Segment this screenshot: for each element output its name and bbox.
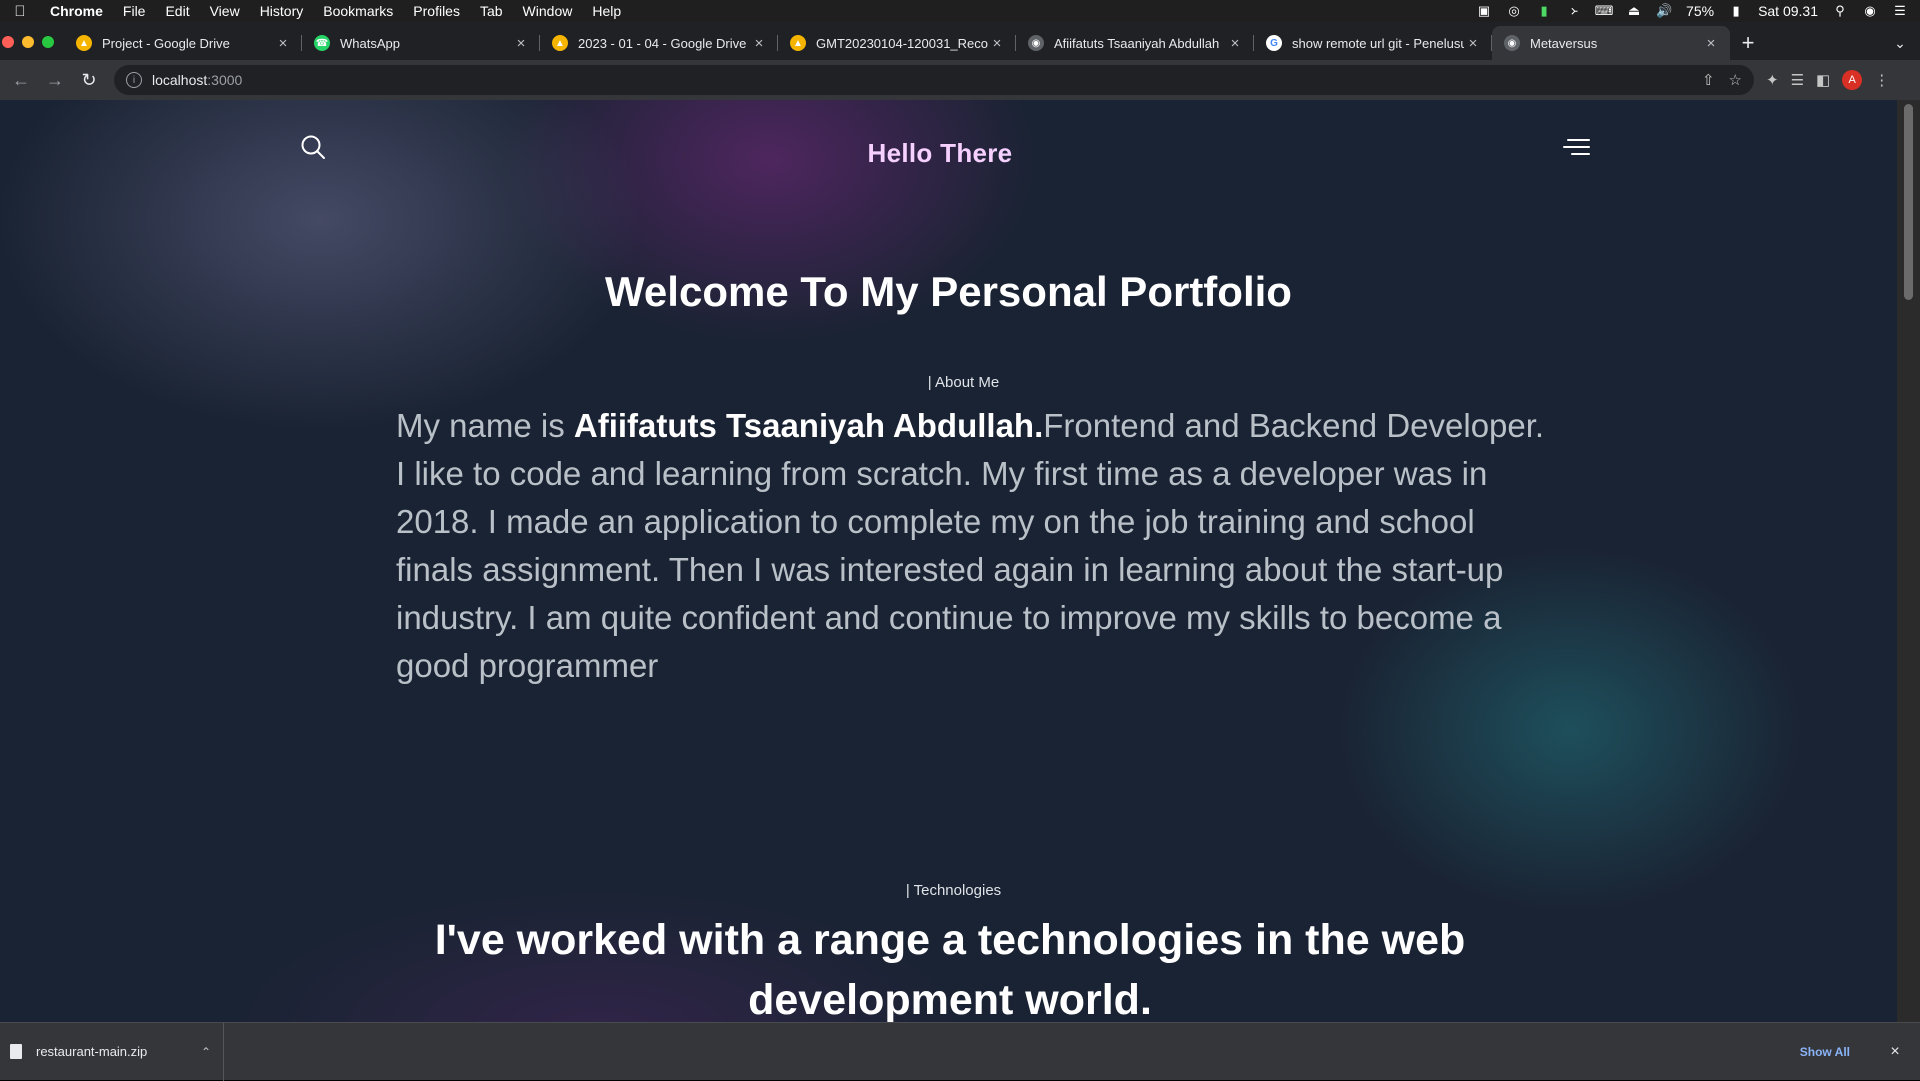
close-tab-icon[interactable]: ×	[1226, 35, 1244, 52]
forward-button[interactable]: →	[38, 65, 72, 95]
tab-strip: ▲ Project - Google Drive × ☎ WhatsApp × …	[0, 22, 1920, 60]
close-tab-icon[interactable]: ×	[1464, 35, 1482, 52]
menu-edit[interactable]: Edit	[165, 3, 189, 19]
siri-icon[interactable]: ◉	[1862, 3, 1878, 18]
menu-tab[interactable]: Tab	[480, 3, 503, 19]
reload-button[interactable]: ↻	[72, 65, 106, 95]
spotlight-search-icon[interactable]: ⚲	[1832, 3, 1848, 18]
tab-title: GMT20230104-120031_Recor...	[816, 35, 988, 51]
technologies-section-label: | Technologies	[905, 882, 1002, 899]
menu-file[interactable]: File	[123, 3, 146, 19]
zoom-window-button[interactable]	[42, 36, 54, 48]
bookmark-star-icon[interactable]: ☆	[1729, 71, 1742, 89]
menu-bookmarks[interactable]: Bookmarks	[323, 3, 393, 19]
keyboard-icon[interactable]: ⌨	[1595, 3, 1614, 18]
share-icon[interactable]: ⇧	[1702, 71, 1715, 89]
show-all-downloads-link[interactable]: Show All	[1800, 1045, 1850, 1059]
back-button[interactable]: ←	[4, 65, 38, 95]
extensions-puzzle-icon[interactable]: ✦	[1766, 71, 1779, 89]
browser-toolbar: ← → ↻ i localhost :3000 ⇧ ☆ ✦ ☰ ◧ A ⋮	[0, 60, 1920, 100]
file-icon	[10, 1044, 22, 1059]
tab-metaversus[interactable]: ◉ Metaversus ×	[1492, 26, 1730, 60]
reading-list-icon[interactable]: ☰	[1791, 71, 1804, 89]
url-host: localhost	[152, 72, 208, 88]
battery-percent: 75%	[1686, 3, 1715, 19]
tab-gmt-recording[interactable]: ▲ GMT20230104-120031_Recor... ×	[778, 26, 1016, 60]
menu-view[interactable]: View	[210, 3, 240, 19]
about-intro: My name is	[396, 407, 574, 444]
download-shelf: restaurant-main.zip ⌃ Show All ×	[0, 1022, 1920, 1081]
tab-google-search[interactable]: G show remote url git - Penelusur ×	[1254, 26, 1492, 60]
download-filename: restaurant-main.zip	[36, 1044, 148, 1059]
clock[interactable]: Sat 09.31	[1758, 3, 1818, 19]
google-drive-icon: ▲	[790, 35, 806, 51]
chrome-menu-icon[interactable]: ⋮	[1874, 71, 1889, 89]
side-panel-icon[interactable]: ◧	[1816, 71, 1830, 89]
close-window-button[interactable]	[2, 36, 14, 48]
google-drive-icon: ▲	[552, 35, 568, 51]
volume-icon[interactable]: 🔊	[1656, 3, 1672, 18]
display-icon[interactable]: ▣	[1476, 3, 1492, 18]
about-body: Frontend and Backend Developer. I like t…	[396, 407, 1545, 684]
page-viewport: Hello There Welcome To My Personal Portf…	[0, 100, 1897, 1022]
chevron-up-icon[interactable]: ⌃	[201, 1045, 211, 1059]
apple-menu-icon[interactable]: 	[12, 3, 28, 20]
globe-icon: ◉	[1028, 35, 1044, 51]
tab-title: 2023 - 01 - 04 - Google Drive	[578, 35, 747, 51]
tab-title: WhatsApp	[340, 35, 400, 51]
download-item[interactable]: restaurant-main.zip ⌃	[0, 1022, 224, 1081]
technologies-title: I've worked with a range a technologies …	[434, 916, 1466, 1022]
menu-chrome[interactable]: Chrome	[50, 3, 103, 19]
site-navbar: Hello There	[290, 130, 1590, 170]
close-tab-icon[interactable]: ×	[512, 35, 530, 52]
tab-whatsapp[interactable]: ☎ WhatsApp ×	[302, 26, 540, 60]
control-center-icon[interactable]: ☰	[1892, 3, 1908, 18]
site-info-icon[interactable]: i	[126, 72, 142, 88]
new-tab-button[interactable]: +	[1730, 26, 1766, 60]
hero-title: Welcome To My Personal Portfolio	[605, 268, 1292, 315]
close-icon[interactable]: ×	[1880, 1043, 1910, 1061]
site-brand[interactable]: Hello There	[290, 138, 1590, 169]
globe-icon: ◉	[1504, 35, 1520, 51]
tab-afiifatuts[interactable]: ◉ Afiifatuts Tsaaniyah Abdullah ×	[1016, 26, 1254, 60]
tab-google-drive-2023[interactable]: ▲ 2023 - 01 - 04 - Google Drive ×	[540, 26, 778, 60]
address-bar[interactable]: i localhost :3000 ⇧ ☆	[114, 65, 1754, 95]
menu-history[interactable]: History	[260, 3, 304, 19]
google-drive-icon: ▲	[76, 35, 92, 51]
signal-icon[interactable]: ▮	[1536, 3, 1552, 18]
about-paragraph: My name is Afiifatuts Tsaaniyah Abdullah…	[396, 402, 1556, 690]
url-port: :3000	[207, 72, 243, 88]
menu-help[interactable]: Help	[592, 3, 621, 19]
tab-title: Metaversus	[1530, 35, 1598, 51]
tab-title: show remote url git - Penelusur	[1292, 35, 1464, 51]
bluetooth-icon[interactable]: ᚛	[1566, 3, 1582, 18]
tab-title: Afiifatuts Tsaaniyah Abdullah	[1054, 35, 1220, 51]
eject-icon[interactable]: ⏏	[1626, 3, 1642, 18]
tab-project-google-drive[interactable]: ▲ Project - Google Drive ×	[64, 26, 302, 60]
scrollbar-thumb[interactable]	[1904, 104, 1913, 300]
whatsapp-icon: ☎	[314, 35, 330, 51]
status-area: ▣ ◎ ▮ ᚛ ⌨ ⏏ 🔊 75% ▮ Sat 09.31 ⚲ ◉ ☰	[1476, 3, 1908, 19]
menu-window[interactable]: Window	[523, 3, 573, 19]
about-section-label: | About Me	[927, 374, 1000, 391]
tab-title: Project - Google Drive	[102, 35, 230, 51]
airdrop-icon[interactable]: ◎	[1506, 3, 1522, 18]
close-tab-icon[interactable]: ×	[1702, 35, 1720, 52]
window-controls	[0, 36, 64, 60]
close-tab-icon[interactable]: ×	[988, 35, 1006, 52]
close-tab-icon[interactable]: ×	[274, 35, 292, 52]
minimize-window-button[interactable]	[22, 36, 34, 48]
about-name: Afiifatuts Tsaaniyah Abdullah.	[573, 407, 1044, 444]
hamburger-menu-icon[interactable]	[1562, 134, 1590, 160]
tab-search-chevron-icon[interactable]: ⌄	[1880, 26, 1920, 60]
close-tab-icon[interactable]: ×	[750, 35, 768, 52]
macos-menubar:  Chrome File Edit View History Bookmark…	[0, 0, 1920, 22]
page-scrollbar[interactable]	[1897, 100, 1920, 1022]
battery-icon[interactable]: ▮	[1728, 3, 1744, 18]
google-icon: G	[1266, 35, 1282, 51]
profile-avatar[interactable]: A	[1842, 70, 1863, 90]
menu-profiles[interactable]: Profiles	[413, 3, 460, 19]
